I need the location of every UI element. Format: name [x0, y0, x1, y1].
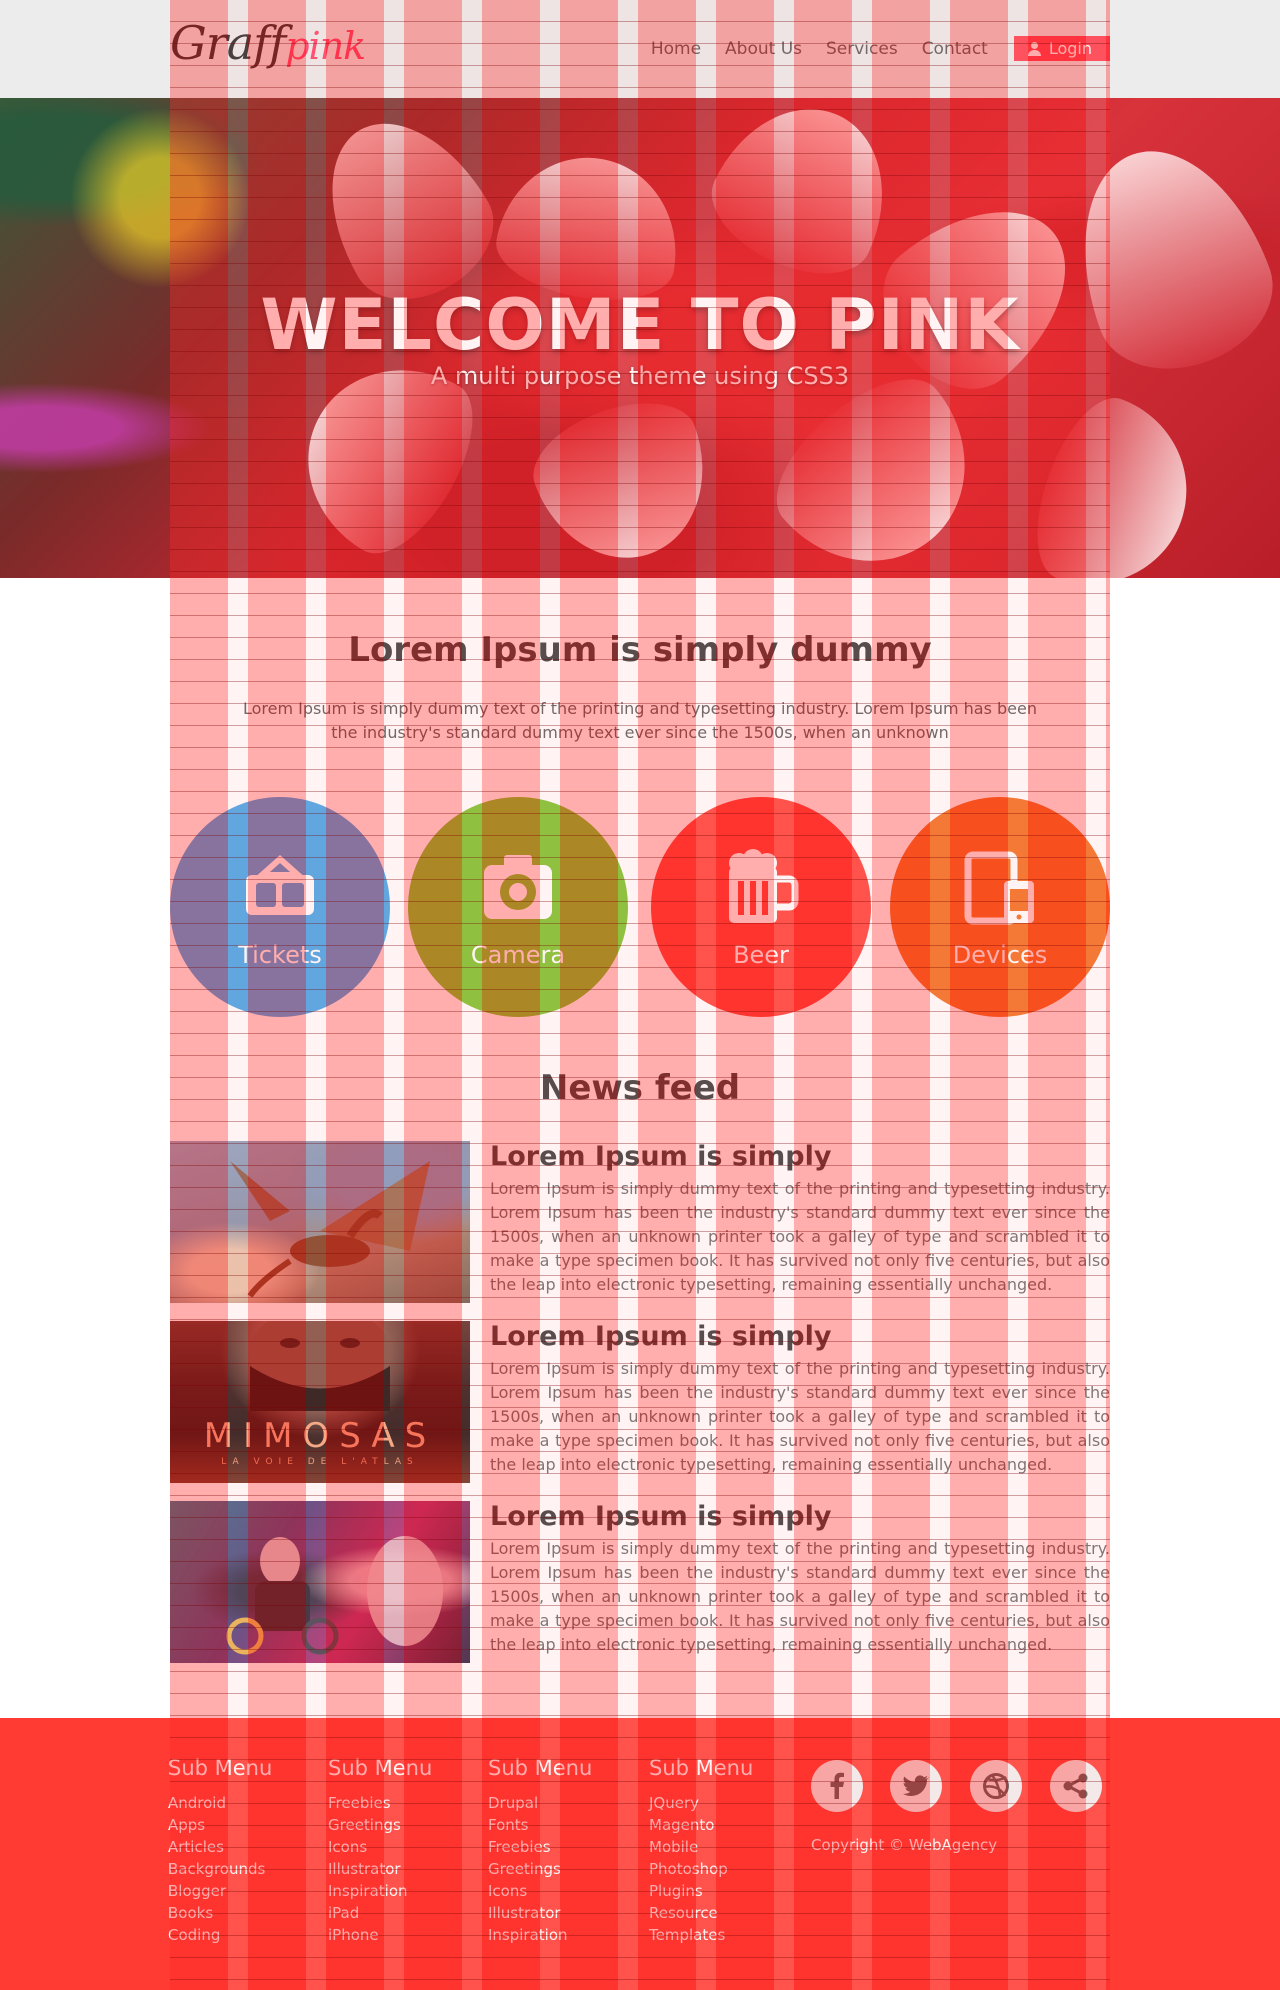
social-twitter-button[interactable] [890, 1760, 942, 1812]
footer-link[interactable]: JQuery [649, 1792, 753, 1814]
footer-link[interactable]: Android [168, 1792, 272, 1814]
footer-link[interactable]: Apps [168, 1814, 272, 1836]
news-heading[interactable]: Lorem Ipsum is simply [490, 1321, 831, 1352]
petal-decoration [694, 98, 916, 297]
feature-devices[interactable]: Devices [890, 797, 1110, 1017]
news-thumbnail[interactable] [170, 1501, 470, 1663]
footer-column: Sub Menu Android Apps Articles Backgroun… [168, 1756, 272, 1946]
news-item: Lorem Ipsum is simply Lorem Ipsum is sim… [170, 1141, 1110, 1303]
footer-link[interactable]: Icons [488, 1880, 592, 1902]
footer-link[interactable]: Greetings [488, 1858, 592, 1880]
social-facebook-button[interactable] [811, 1760, 863, 1812]
footer-link[interactable]: Mobile [649, 1836, 753, 1858]
news-body: Lorem Ipsum is simply dummy text of the … [490, 1179, 1110, 1294]
login-button[interactable]: Login [1013, 36, 1110, 61]
footer-link[interactable]: Inspiration [488, 1924, 592, 1946]
dragon-illustration [230, 1161, 430, 1298]
logo-text-graff: Graff [170, 16, 286, 70]
petal-decoration [519, 383, 731, 578]
footer-link[interactable]: Books [168, 1902, 272, 1924]
feature-label: Devices [952, 941, 1048, 969]
footer-link[interactable]: Inspiration [328, 1880, 432, 1902]
footer-column-title: Sub Menu [488, 1756, 593, 1780]
news-body: Lorem Ipsum is simply dummy text of the … [490, 1539, 1110, 1654]
footer-link[interactable]: iPhone [328, 1924, 432, 1946]
footer-column-title: Sub Menu [168, 1756, 273, 1780]
news-item: Lorem Ipsum is simply Lorem Ipsum is sim… [170, 1501, 1110, 1663]
footer-column: Sub Menu Drupal Fonts Freebies Greetings… [488, 1756, 592, 1946]
petal-decoration [1016, 384, 1214, 578]
hero-title: WELCOME TO PINK [260, 284, 1020, 366]
news-item: MIMOSAS LA VOIE DE L'ATLAS Lorem Ipsum i… [170, 1321, 1110, 1483]
news-heading[interactable]: Lorem Ipsum is simply [490, 1141, 831, 1172]
site-footer: Sub Menu Android Apps Articles Backgroun… [0, 1718, 1280, 1990]
twitter-icon [903, 1775, 930, 1796]
copyright-text: Copyright © WebAgency [811, 1836, 998, 1854]
feature-tickets[interactable]: Tickets [170, 797, 390, 1017]
footer-link[interactable]: Greetings [328, 1814, 432, 1836]
footer-column-title: Sub Menu [328, 1756, 433, 1780]
nav-home[interactable]: Home [651, 39, 701, 59]
footer-link[interactable]: Backgrounds [168, 1858, 272, 1880]
logo[interactable]: Graffpink [170, 16, 366, 76]
login-label: Login [1048, 39, 1092, 58]
logo-text-pink: pink [285, 24, 366, 68]
intro-title: Lorem Ipsum is simply dummy [348, 630, 932, 670]
feature-label: Beer [733, 941, 789, 969]
feature-beer[interactable]: Beer [651, 797, 871, 1017]
feature-camera[interactable]: Camera [408, 797, 628, 1017]
news-thumbnail[interactable]: MIMOSAS LA VOIE DE L'ATLAS [170, 1321, 470, 1483]
footer-link[interactable]: Templates [649, 1924, 753, 1946]
site-header: Graffpink Home About Us Services Contact… [0, 0, 1280, 98]
footer-link[interactable]: Magento [649, 1814, 753, 1836]
poster-subtitle: LA VOIE DE L'ATLAS [221, 1457, 419, 1467]
feature-label: Camera [470, 941, 566, 969]
social-share-button[interactable] [1050, 1760, 1102, 1812]
dribbble-icon [983, 1773, 1009, 1799]
cyber-rider-illustration [226, 1536, 443, 1655]
camera-icon [484, 855, 552, 919]
footer-link[interactable]: Blogger [168, 1880, 272, 1902]
poster-title: MIMOSAS [203, 1416, 437, 1456]
facebook-icon [830, 1772, 844, 1799]
user-icon [1027, 41, 1041, 56]
footer-link[interactable]: Freebies [488, 1836, 592, 1858]
footer-column: Sub Menu JQuery Magento Mobile Photoshop… [649, 1756, 753, 1946]
nav-services[interactable]: Services [826, 39, 898, 59]
news-heading[interactable]: Lorem Ipsum is simply [490, 1501, 831, 1532]
nav-about-us[interactable]: About Us [725, 39, 802, 59]
footer-link[interactable]: Articles [168, 1836, 272, 1858]
ticket-icon [246, 854, 314, 915]
footer-link[interactable]: Icons [328, 1836, 432, 1858]
intro-text: Lorem Ipsum is simply dummy text of the … [243, 699, 1037, 742]
footer-link[interactable]: Fonts [488, 1814, 592, 1836]
poster-face-illustration [250, 1321, 390, 1411]
social-dribbble-button[interactable] [970, 1760, 1022, 1812]
footer-link[interactable]: iPad [328, 1902, 432, 1924]
footer-link[interactable]: Photoshop [649, 1858, 753, 1880]
footer-column-title: Sub Menu [649, 1756, 754, 1780]
footer-link[interactable]: Illustrator [328, 1858, 432, 1880]
footer-link[interactable]: Resource [649, 1902, 753, 1924]
news-feed-title: News feed [539, 1068, 741, 1108]
beer-mug-icon [729, 849, 799, 923]
footer-link[interactable]: Drupal [488, 1792, 592, 1814]
footer-link[interactable]: Freebies [328, 1792, 432, 1814]
news-thumbnail[interactable] [170, 1141, 470, 1303]
hero-banner: WELCOME TO PINK A multi purpose theme us… [0, 98, 1280, 578]
footer-column: Sub Menu Freebies Greetings Icons Illust… [328, 1756, 432, 1946]
footer-link[interactable]: Coding [168, 1924, 272, 1946]
share-icon [1063, 1773, 1088, 1799]
nav-contact[interactable]: Contact [922, 39, 988, 59]
devices-icon [964, 851, 1034, 925]
feature-label: Tickets [238, 941, 322, 969]
footer-link[interactable]: Plugins [649, 1880, 753, 1902]
hero-subtitle: A multi purpose theme using CSS3 [430, 362, 850, 390]
main-nav: Home About Us Services Contact Login [627, 36, 1110, 61]
news-body: Lorem Ipsum is simply dummy text of the … [490, 1359, 1110, 1474]
footer-link[interactable]: Illustrator [488, 1902, 592, 1924]
